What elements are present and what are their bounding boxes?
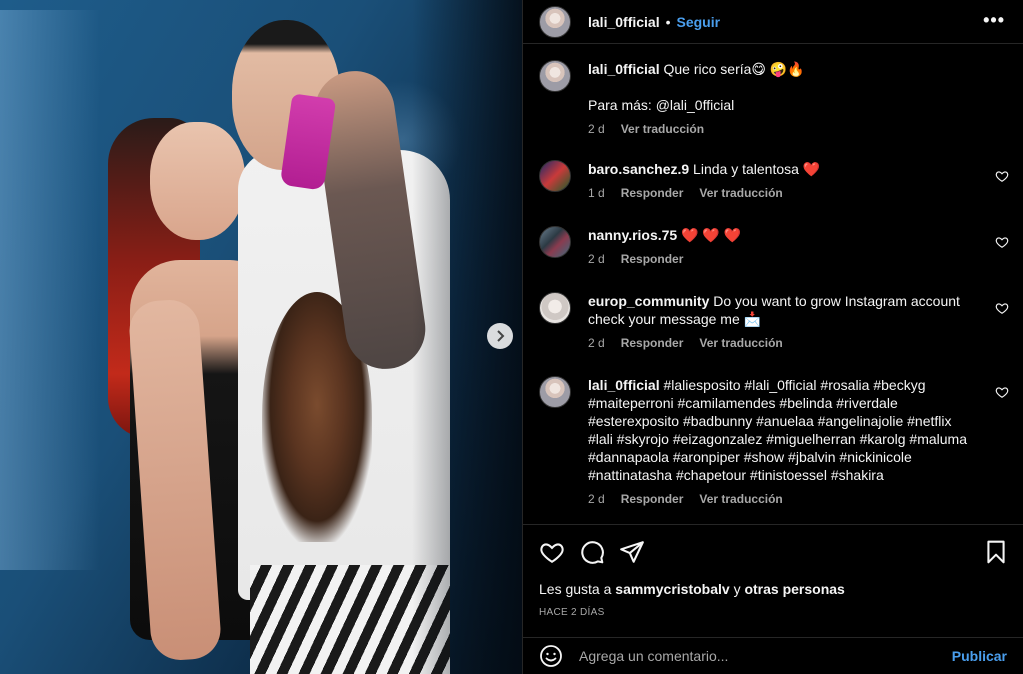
likes-summary: Les gusta a sammycristobalv y otras pers… xyxy=(539,581,845,597)
like-comment-heart-icon[interactable] xyxy=(995,169,1009,183)
translate-button[interactable]: Ver traducción xyxy=(621,120,704,138)
reply-button[interactable]: Responder xyxy=(621,490,684,508)
comment-body: europ_community Do you want to grow Inst… xyxy=(588,292,968,352)
comment-text: Linda y talentosa ❤️ xyxy=(693,161,821,177)
post-timestamp: HACE 2 DÍAS xyxy=(539,607,605,618)
comment-meta: 2 d Responder Ver traducción xyxy=(588,490,968,508)
like-heart-icon[interactable] xyxy=(539,539,565,565)
caption-time: 2 d xyxy=(588,122,605,136)
list-item: nanny.rios.75 ❤️ ❤️ ❤️ 2 d Responder xyxy=(539,226,1009,268)
comment-time: 1 d xyxy=(588,186,605,200)
likes-others[interactable]: otras personas xyxy=(744,581,844,597)
comment-meta: 2 d Responder Ver traducción xyxy=(588,334,968,352)
separator-dot: • xyxy=(665,13,671,30)
emoji-smile-icon[interactable] xyxy=(539,644,563,668)
avatar[interactable] xyxy=(539,292,571,324)
comment-time: 2 d xyxy=(588,336,605,350)
comment-bubble-icon[interactable] xyxy=(579,539,605,565)
translate-button[interactable]: Ver traducción xyxy=(699,490,782,508)
likes-prefix: Les gusta a xyxy=(539,581,612,597)
photo-wall-light xyxy=(0,10,100,570)
share-send-icon[interactable] xyxy=(619,539,645,565)
caption-line: lali_0fficial Que rico sería😋 🤪🔥 xyxy=(588,60,968,78)
next-photo-button[interactable] xyxy=(487,323,513,349)
comment-input[interactable] xyxy=(579,648,952,664)
comment-line: lali_0fficial #laliesposito #lali_0ffici… xyxy=(588,376,968,484)
caption-username[interactable]: lali_0fficial xyxy=(588,61,660,77)
comment-line: baro.sanchez.9 Linda y talentosa ❤️ xyxy=(588,160,968,178)
more-options-icon[interactable]: ••• xyxy=(983,10,1005,31)
list-item: lali_0fficial #laliesposito #lali_0ffici… xyxy=(539,376,1009,508)
post-header: lali_0fficial • Seguir ••• xyxy=(523,0,1023,44)
comment-body: lali_0fficial #laliesposito #lali_0ffici… xyxy=(588,376,968,508)
caption-meta: 2 d Ver traducción xyxy=(588,120,968,138)
comment-line: europ_community Do you want to grow Inst… xyxy=(588,292,968,328)
reply-button[interactable]: Responder xyxy=(621,250,684,268)
reply-button[interactable]: Responder xyxy=(621,334,684,352)
caption-text-2: Para más: @lali_0fficial xyxy=(588,97,735,113)
comment-time: 2 d xyxy=(588,492,605,506)
translate-button[interactable]: Ver traducción xyxy=(699,184,782,202)
save-bookmark-icon[interactable] xyxy=(983,539,1009,565)
list-item: europ_community Do you want to grow Inst… xyxy=(539,292,1009,352)
avatar[interactable] xyxy=(539,376,571,408)
publish-button[interactable]: Publicar xyxy=(952,648,1007,664)
comment-username[interactable]: baro.sanchez.9 xyxy=(588,161,689,177)
comment-line: nanny.rios.75 ❤️ ❤️ ❤️ xyxy=(588,226,968,244)
avatar[interactable] xyxy=(539,60,571,92)
post-actions: Les gusta a sammycristobalv y otras pers… xyxy=(523,524,1023,637)
like-comment-heart-icon[interactable] xyxy=(995,235,1009,249)
follow-button[interactable]: Seguir xyxy=(677,14,721,30)
like-comment-heart-icon[interactable] xyxy=(995,385,1009,399)
avatar[interactable] xyxy=(539,226,571,258)
comments-list[interactable]: lali_0fficial Que rico sería😋 🤪🔥 Para má… xyxy=(523,44,1023,524)
header-username[interactable]: lali_0fficial xyxy=(588,14,660,30)
caption-item: lali_0fficial Que rico sería😋 🤪🔥 Para má… xyxy=(539,60,1009,138)
list-item: baro.sanchez.9 Linda y talentosa ❤️ 1 d … xyxy=(539,160,1009,202)
comment-username[interactable]: nanny.rios.75 xyxy=(588,227,677,243)
chevron-right-icon xyxy=(497,330,505,342)
avatar[interactable] xyxy=(539,5,571,38)
comment-time: 2 d xyxy=(588,252,605,266)
likes-user[interactable]: sammycristobalv xyxy=(615,581,729,597)
comment-username[interactable]: lali_0fficial xyxy=(588,377,660,393)
post-photo[interactable] xyxy=(0,0,522,674)
comment-body: baro.sanchez.9 Linda y talentosa ❤️ 1 d … xyxy=(588,160,968,202)
action-icons xyxy=(539,539,1009,567)
comment-text: ❤️ ❤️ ❤️ xyxy=(681,227,742,243)
caption-body: lali_0fficial Que rico sería😋 🤪🔥 Para má… xyxy=(588,60,968,138)
photo-woman-face xyxy=(150,122,245,240)
comment-username[interactable]: europ_community xyxy=(588,293,709,309)
translate-button[interactable]: Ver traducción xyxy=(699,334,782,352)
comment-meta: 1 d Responder Ver traducción xyxy=(588,184,968,202)
post-panel: lali_0fficial • Seguir ••• lali_0fficial… xyxy=(522,0,1023,674)
caption-text: Que rico sería😋 🤪🔥 xyxy=(663,61,805,77)
comment-meta: 2 d Responder xyxy=(588,250,968,268)
avatar[interactable] xyxy=(539,160,571,192)
likes-middle: y xyxy=(733,581,741,597)
comment-body: nanny.rios.75 ❤️ ❤️ ❤️ 2 d Responder xyxy=(588,226,968,268)
reply-button[interactable]: Responder xyxy=(621,184,684,202)
add-comment-bar: Publicar xyxy=(523,637,1023,674)
like-comment-heart-icon[interactable] xyxy=(995,301,1009,315)
